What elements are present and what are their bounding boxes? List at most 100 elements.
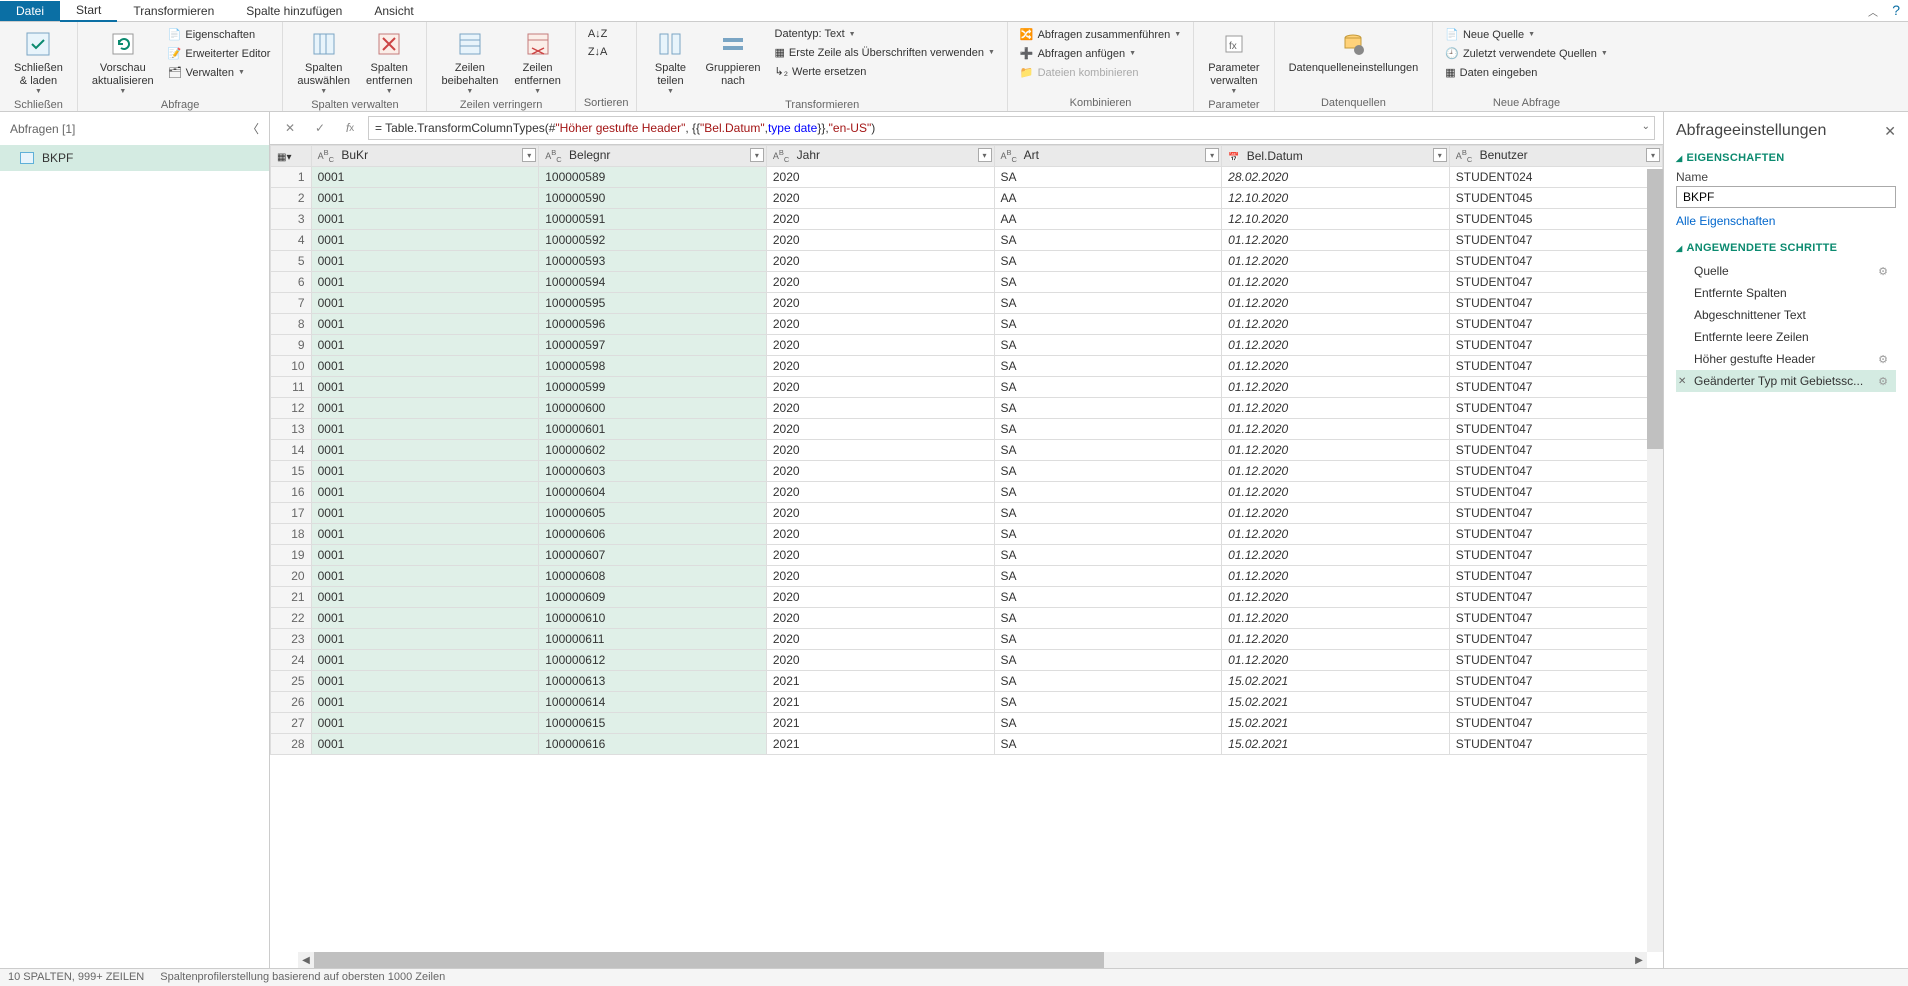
collapse-ribbon-icon[interactable]: ︿ <box>1868 4 1878 19</box>
cell[interactable]: 2020 <box>766 209 994 230</box>
filter-button[interactable]: ▾ <box>1646 148 1660 162</box>
table-row[interactable]: 1400011000006022020SA01.12.2020STUDENT04… <box>271 440 1663 461</box>
cell[interactable]: 0001 <box>311 566 539 587</box>
close-settings-button[interactable]: ✕ <box>1884 123 1896 140</box>
formula-fx-button[interactable]: fx <box>338 116 362 140</box>
cell[interactable]: 0001 <box>311 587 539 608</box>
cell[interactable]: STUDENT047 <box>1449 587 1662 608</box>
formula-cancel-button[interactable]: ✕ <box>278 116 302 140</box>
cell[interactable]: SA <box>994 167 1222 188</box>
cell[interactable]: 2020 <box>766 419 994 440</box>
manage-button[interactable]: 🗂Verwalten ▼ <box>164 64 275 81</box>
table-row[interactable]: 500011000005932020SA01.12.2020STUDENT047 <box>271 251 1663 272</box>
cell[interactable]: STUDENT047 <box>1449 524 1662 545</box>
cell[interactable]: 2020 <box>766 272 994 293</box>
cell[interactable]: STUDENT047 <box>1449 377 1662 398</box>
cell[interactable]: 2020 <box>766 629 994 650</box>
table-row[interactable]: 800011000005962020SA01.12.2020STUDENT047 <box>271 314 1663 335</box>
gear-icon[interactable]: ⚙ <box>1878 353 1888 366</box>
table-row[interactable]: 2200011000006102020SA01.12.2020STUDENT04… <box>271 608 1663 629</box>
cell[interactable]: 0001 <box>311 251 539 272</box>
cell[interactable]: 2020 <box>766 293 994 314</box>
table-row[interactable]: 1900011000006072020SA01.12.2020STUDENT04… <box>271 545 1663 566</box>
keep-rows-button[interactable]: Zeilen beibehalten▼ <box>435 26 504 97</box>
cell[interactable]: 0001 <box>311 272 539 293</box>
row-number[interactable]: 16 <box>271 482 312 503</box>
row-number[interactable]: 1 <box>271 167 312 188</box>
append-queries-button[interactable]: ➕Abfragen anfügen ▼ <box>1016 45 1185 62</box>
cell[interactable]: 01.12.2020 <box>1222 314 1450 335</box>
cell[interactable]: SA <box>994 671 1222 692</box>
cell[interactable]: STUDENT047 <box>1449 461 1662 482</box>
filter-button[interactable]: ▾ <box>978 148 992 162</box>
filter-button[interactable]: ▾ <box>1433 148 1447 162</box>
combine-files-button[interactable]: 📁Dateien kombinieren <box>1016 64 1185 81</box>
cell[interactable]: 0001 <box>311 419 539 440</box>
properties-header[interactable]: ◢EIGENSCHAFTEN <box>1676 152 1896 164</box>
remove-rows-button[interactable]: Zeilen entfernen▼ <box>508 26 566 97</box>
cell[interactable]: SA <box>994 629 1222 650</box>
row-number[interactable]: 8 <box>271 314 312 335</box>
cell[interactable]: SA <box>994 230 1222 251</box>
cell[interactable]: 2021 <box>766 734 994 755</box>
cell[interactable]: 2020 <box>766 587 994 608</box>
column-header-benutzer[interactable]: ABC Benutzer▾ <box>1449 146 1662 167</box>
table-row[interactable]: 1300011000006012020SA01.12.2020STUDENT04… <box>271 419 1663 440</box>
cell[interactable]: 100000595 <box>539 293 767 314</box>
applied-step[interactable]: Höher gestufte Header⚙ <box>1676 348 1896 370</box>
table-row[interactable]: 100011000005892020SA28.02.2020STUDENT024 <box>271 167 1663 188</box>
cell[interactable]: SA <box>994 335 1222 356</box>
cell[interactable]: 0001 <box>311 650 539 671</box>
column-header-bukr[interactable]: ABC BuKr▾ <box>311 146 539 167</box>
cell[interactable]: SA <box>994 461 1222 482</box>
gear-icon[interactable]: ⚙ <box>1878 375 1888 388</box>
cell[interactable]: 2020 <box>766 335 994 356</box>
row-number[interactable]: 19 <box>271 545 312 566</box>
cell[interactable]: STUDENT047 <box>1449 713 1662 734</box>
table-row[interactable]: 2700011000006152021SA15.02.2021STUDENT04… <box>271 713 1663 734</box>
cell[interactable]: 2020 <box>766 398 994 419</box>
cell[interactable]: 01.12.2020 <box>1222 251 1450 272</box>
cell[interactable]: 100000600 <box>539 398 767 419</box>
row-number[interactable]: 9 <box>271 335 312 356</box>
cell[interactable]: 100000610 <box>539 608 767 629</box>
cell[interactable]: 01.12.2020 <box>1222 629 1450 650</box>
cell[interactable]: 15.02.2021 <box>1222 671 1450 692</box>
table-row[interactable]: 900011000005972020SA01.12.2020STUDENT047 <box>271 335 1663 356</box>
cell[interactable]: STUDENT047 <box>1449 650 1662 671</box>
cell[interactable]: 100000593 <box>539 251 767 272</box>
formula-input[interactable]: = Table.TransformColumnTypes(#"Höher ges… <box>368 116 1655 140</box>
cell[interactable]: 2021 <box>766 671 994 692</box>
cell[interactable]: 0001 <box>311 188 539 209</box>
row-number[interactable]: 14 <box>271 440 312 461</box>
sort-asc-button[interactable]: A↓Z <box>584 26 612 42</box>
row-number[interactable]: 7 <box>271 293 312 314</box>
cell[interactable]: 100000613 <box>539 671 767 692</box>
help-icon[interactable]: ? <box>1892 2 1900 18</box>
row-number[interactable]: 21 <box>271 587 312 608</box>
cell[interactable]: STUDENT047 <box>1449 671 1662 692</box>
cell[interactable]: 2020 <box>766 251 994 272</box>
row-number[interactable]: 18 <box>271 524 312 545</box>
collapse-queries-icon[interactable]: 〈 <box>247 120 259 137</box>
cell[interactable]: 2020 <box>766 188 994 209</box>
table-corner-button[interactable]: ▦▾ <box>271 146 312 167</box>
cell[interactable]: STUDENT047 <box>1449 398 1662 419</box>
cell[interactable]: 15.02.2021 <box>1222 692 1450 713</box>
cell[interactable]: SA <box>994 251 1222 272</box>
row-number[interactable]: 4 <box>271 230 312 251</box>
new-source-button[interactable]: 📄Neue Quelle ▼ <box>1441 26 1612 43</box>
column-header-belegnr[interactable]: ABC Belegnr▾ <box>539 146 767 167</box>
table-row[interactable]: 400011000005922020SA01.12.2020STUDENT047 <box>271 230 1663 251</box>
row-number[interactable]: 24 <box>271 650 312 671</box>
cell[interactable]: SA <box>994 545 1222 566</box>
cell[interactable]: 2020 <box>766 566 994 587</box>
cell[interactable]: SA <box>994 713 1222 734</box>
cell[interactable]: 100000598 <box>539 356 767 377</box>
cell[interactable]: 100000612 <box>539 650 767 671</box>
split-column-button[interactable]: Spalte teilen▼ <box>645 26 695 97</box>
table-row[interactable]: 1600011000006042020SA01.12.2020STUDENT04… <box>271 482 1663 503</box>
cell[interactable]: 0001 <box>311 356 539 377</box>
cell[interactable]: STUDENT047 <box>1449 629 1662 650</box>
cell[interactable]: 0001 <box>311 314 539 335</box>
